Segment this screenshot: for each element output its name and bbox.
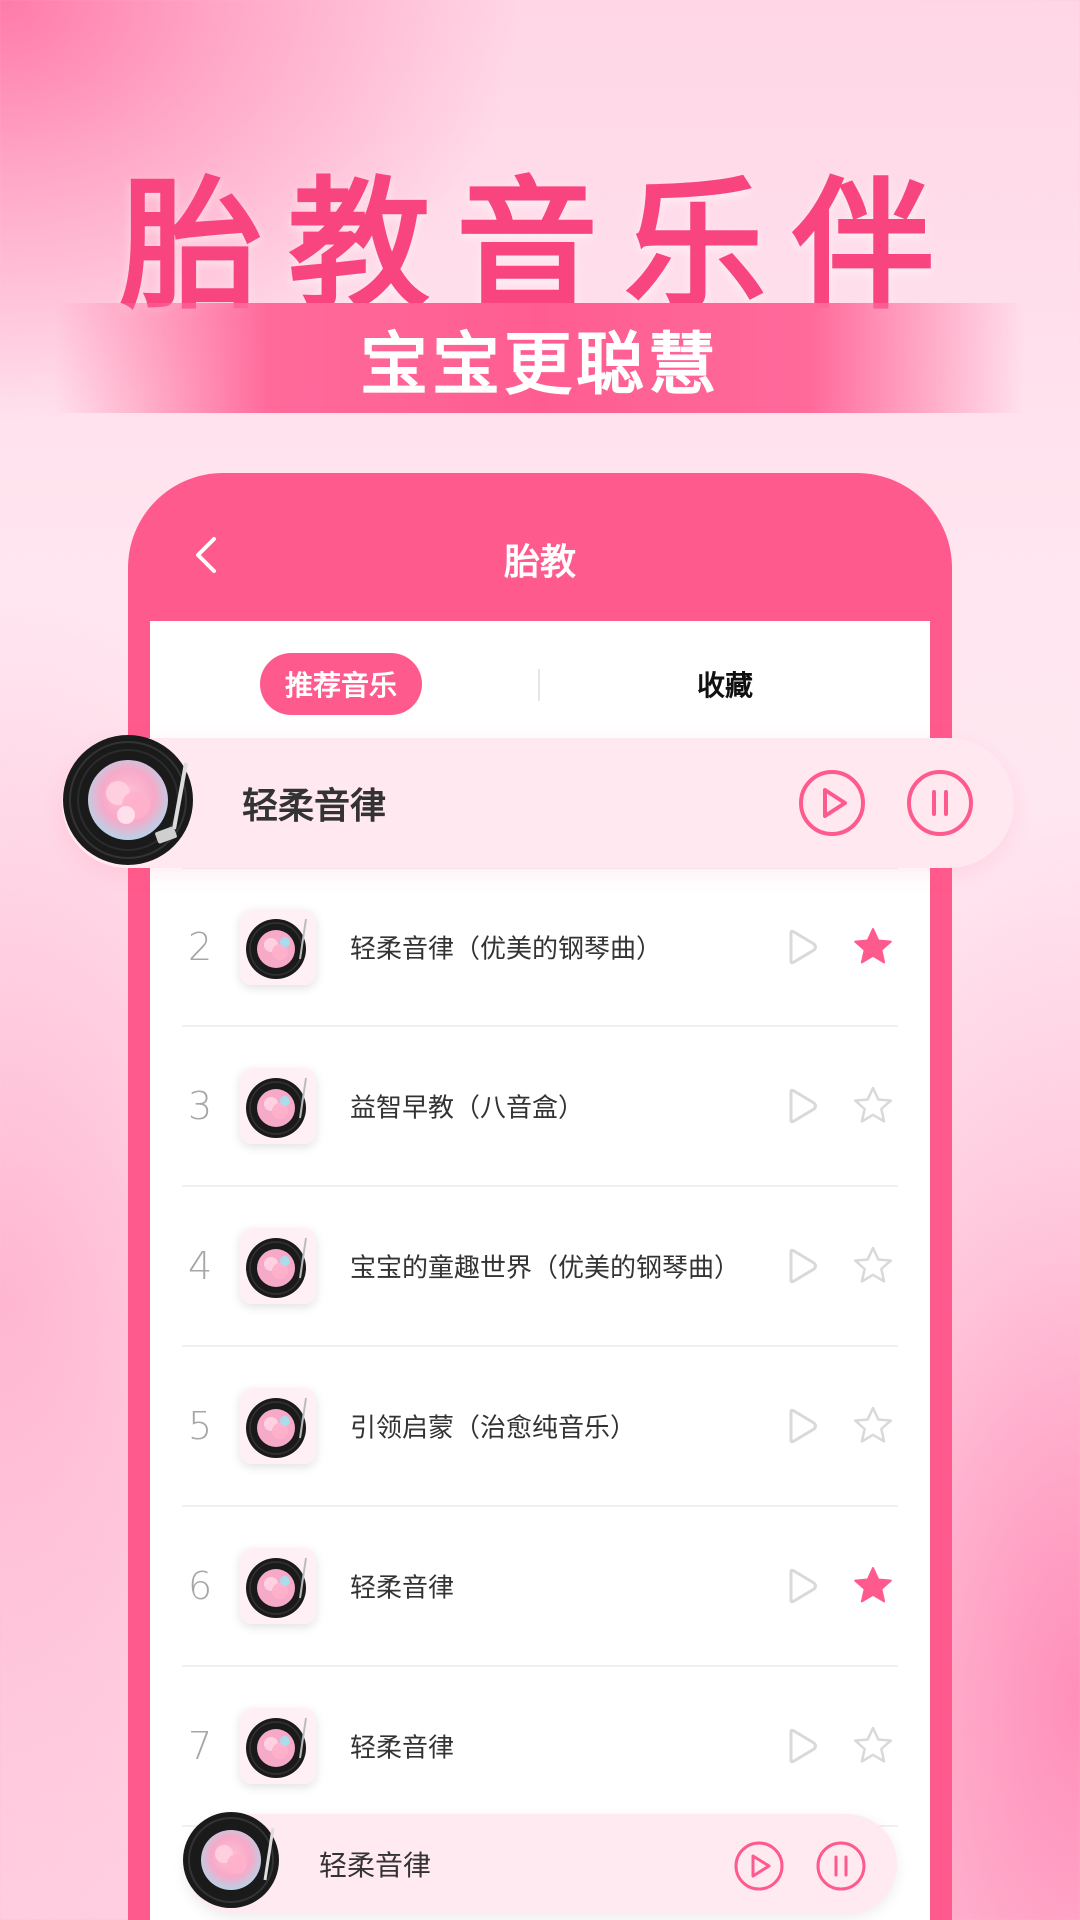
track-cover-icon: [240, 909, 316, 985]
now-playing-title: 轻柔音律: [242, 786, 387, 827]
track-title: 轻柔音律（优美的钢琴曲）: [350, 934, 663, 965]
track-title: 益智早教（八音盒）: [350, 1093, 585, 1124]
pause-icon[interactable]: [815, 1840, 867, 1892]
track-number: 3: [188, 1084, 213, 1128]
track-row[interactable]: 6 轻柔音律: [182, 1507, 898, 1667]
track-title: 轻柔音律: [350, 1573, 455, 1604]
vinyl-disc-icon: [63, 735, 193, 865]
hero-subtitle: 宝宝更聪慧: [359, 325, 720, 405]
track-number: 2: [188, 925, 213, 969]
pause-icon[interactable]: [905, 768, 975, 838]
star-outline-icon[interactable]: [852, 1725, 894, 1767]
track-cover-icon: [240, 1068, 316, 1144]
play-icon[interactable]: [782, 1566, 822, 1606]
play-icon[interactable]: [782, 1086, 822, 1126]
play-icon[interactable]: [782, 1406, 822, 1446]
play-icon[interactable]: [782, 1726, 822, 1766]
tab-favorites[interactable]: 收藏: [650, 653, 800, 715]
now-playing-bar[interactable]: 轻柔音律: [62, 735, 1014, 868]
track-number: 5: [188, 1404, 213, 1448]
track-title: 引领启蒙（治愈纯音乐）: [350, 1413, 637, 1444]
mini-player-title: 轻柔音律: [319, 1849, 432, 1882]
track-title: 宝宝的童趣世界（优美的钢琴曲）: [350, 1253, 741, 1284]
star-filled-icon[interactable]: [852, 926, 894, 968]
page-title: 胎教: [503, 542, 576, 583]
star-outline-icon[interactable]: [852, 1405, 894, 1447]
track-number: 6: [188, 1564, 213, 1608]
star-outline-icon[interactable]: [852, 1085, 894, 1127]
track-row[interactable]: 5 引领启蒙（治愈纯音乐）: [182, 1347, 898, 1507]
phone-frame: 胎教 推荐音乐 收藏 2 轻柔音律（优美的钢琴曲） 3 益智早教（八音盒） 4 宝宝的童趣…: [128, 473, 952, 1920]
track-cover-icon: [240, 1548, 316, 1624]
vinyl-disc-icon: [183, 1812, 279, 1908]
track-number: 4: [188, 1244, 213, 1288]
app-header: 胎教: [128, 473, 952, 621]
track-row[interactable]: 3 益智早教（八音盒）: [182, 1027, 898, 1187]
track-row[interactable]: 2 轻柔音律（优美的钢琴曲）: [182, 867, 898, 1027]
play-icon[interactable]: [782, 927, 822, 967]
tab-divider: [538, 669, 540, 701]
star-outline-icon[interactable]: [852, 1245, 894, 1287]
track-number: 7: [188, 1724, 213, 1768]
track-title: 轻柔音律: [350, 1733, 455, 1764]
track-cover-icon: [240, 1388, 316, 1464]
tab-bar: 推荐音乐 收藏: [150, 621, 930, 739]
mini-player[interactable]: 轻柔音律: [183, 1812, 897, 1914]
play-icon[interactable]: [733, 1840, 785, 1892]
track-list: 2 轻柔音律（优美的钢琴曲） 3 益智早教（八音盒） 4 宝宝的童趣世界（优美的钢琴曲） 5…: [150, 867, 930, 1827]
play-icon[interactable]: [782, 1246, 822, 1286]
track-row[interactable]: 7 轻柔音律: [182, 1667, 898, 1827]
track-row[interactable]: 4 宝宝的童趣世界（优美的钢琴曲）: [182, 1187, 898, 1347]
track-cover-icon: [240, 1708, 316, 1784]
hero-banner: 宝宝更聪慧: [55, 303, 1025, 413]
track-cover-icon: [240, 1228, 316, 1304]
tab-recommend-music[interactable]: 推荐音乐: [260, 653, 422, 715]
star-filled-icon[interactable]: [852, 1565, 894, 1607]
play-icon[interactable]: [797, 768, 867, 838]
